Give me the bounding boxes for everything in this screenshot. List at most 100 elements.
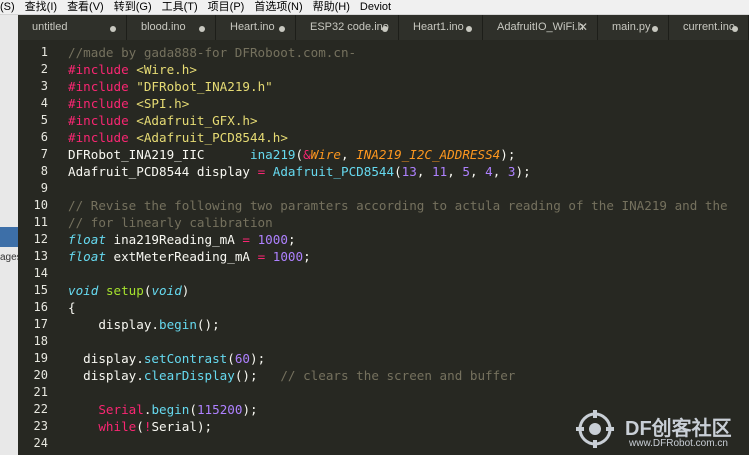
modified-dot-icon[interactable]: [199, 26, 205, 32]
modified-dot-icon[interactable]: [652, 26, 658, 32]
punct-token: );: [500, 147, 516, 162]
preprocessor-token: #include: [68, 113, 129, 128]
code-editor[interactable]: 1 2 3 4 5 6 7 8 9 10 11 12 13 14 15 16 1…: [18, 40, 749, 455]
line-number: 19: [33, 351, 48, 365]
modified-dot-icon[interactable]: [382, 26, 388, 32]
punct-token: );: [242, 402, 258, 417]
tab-label: Heart.ino: [230, 21, 275, 33]
type-keyword-token: void: [151, 283, 182, 298]
menu-item-selection[interactable]: (S): [0, 0, 20, 14]
tab-label: Heart1.ino: [413, 21, 464, 33]
menu-item-preferences[interactable]: 首选项(N): [249, 0, 307, 14]
operator-token: =: [242, 232, 250, 247]
function-token: Adafruit_PCD8544: [272, 164, 395, 179]
line-number: 13: [33, 249, 48, 263]
menu-item-view[interactable]: 查看(V): [62, 0, 109, 14]
tab-heart-ino[interactable]: Heart.ino: [216, 15, 296, 40]
line-number: 7: [40, 147, 48, 161]
punct-token: (: [394, 164, 402, 179]
tab-blood-ino[interactable]: blood.ino: [127, 15, 216, 40]
line-number-gutter: 1 2 3 4 5 6 7 8 9 10 11 12 13 14 15 16 1…: [18, 40, 58, 455]
menu-item-project[interactable]: 项目(P): [203, 0, 250, 14]
line-number: 14: [33, 266, 48, 280]
number-token: 115200: [196, 402, 243, 417]
tab-bar: untitled blood.ino Heart.ino ESP32 code.…: [18, 15, 749, 40]
function-token: clearDisplay: [143, 368, 235, 383]
code-line[interactable]: #include <Wire.h>: [68, 61, 197, 78]
watermark-title: DF创客社区: [625, 418, 732, 440]
menu-item-find[interactable]: 查找(I): [20, 0, 62, 14]
code-line[interactable]: {: [68, 299, 76, 316]
selected-list-item[interactable]: [0, 227, 18, 247]
modified-dot-icon[interactable]: [466, 26, 472, 32]
code-line[interactable]: while(!Serial);: [68, 418, 212, 435]
tab-label: ESP32 code.ino: [310, 21, 389, 33]
menu-bar: (S) 查找(I) 查看(V) 转到(G) 工具(T) 项目(P) 首选项(N)…: [0, 0, 749, 15]
menu-item-tools[interactable]: 工具(T): [157, 0, 203, 14]
menu-item-deviot[interactable]: Deviot: [355, 0, 396, 14]
tab-untitled[interactable]: untitled: [18, 15, 127, 40]
tab-heart1-ino[interactable]: Heart1.ino: [399, 15, 483, 40]
preprocessor-token: #include: [68, 62, 129, 77]
keyword-token: while: [98, 419, 137, 434]
code-line[interactable]: #include <SPI.h>: [68, 95, 189, 112]
punct-token: ,: [341, 147, 357, 162]
punct-token: (: [227, 351, 235, 366]
code-line[interactable]: #include <Adafruit_GFX.h>: [68, 112, 258, 129]
identifier-token: Serial: [98, 402, 144, 417]
line-number: 8: [40, 164, 48, 178]
operator-token: &: [303, 147, 311, 162]
punct-token: ();: [234, 368, 258, 383]
dfrobot-logo-icon: [576, 410, 614, 448]
modified-dot-icon[interactable]: [279, 26, 285, 32]
tab-esp32-code-ino[interactable]: ESP32 code.ino: [296, 15, 399, 40]
comment-token: //made by gada888-for DFRoboot.com.cn-: [68, 45, 357, 60]
menu-item-goto[interactable]: 转到(G): [109, 0, 157, 14]
line-number: 15: [33, 283, 48, 297]
line-number: 18: [33, 334, 48, 348]
code-line[interactable]: void setup(void): [68, 282, 189, 299]
code-line[interactable]: float extMeterReading_mA = 1000;: [68, 248, 311, 265]
close-icon[interactable]: ✕: [578, 15, 588, 40]
punct-token: ,: [416, 164, 433, 179]
code-line[interactable]: Serial.begin(115200);: [68, 401, 258, 418]
code-line[interactable]: #include "DFRobot_INA219.h": [68, 78, 273, 95]
line-number: 21: [33, 385, 48, 399]
code-line[interactable]: display.begin();: [68, 316, 219, 333]
number-token: 11: [432, 164, 448, 179]
background-window-edge: ages: [0, 15, 22, 455]
tab-adafruitio-wifi-h[interactable]: AdafruitIO_WiFi.h ✕: [483, 15, 598, 40]
code-line[interactable]: Adafruit_PCD8544 display = Adafruit_PCD8…: [68, 163, 531, 180]
number-token: 4: [485, 164, 493, 179]
punct-token: ): [181, 283, 190, 298]
identifier-token: display.: [68, 317, 159, 332]
code-line[interactable]: #include <Adafruit_PCD8544.h>: [68, 129, 288, 146]
comment-token: // clears the screen and buffer: [280, 368, 516, 383]
punct-token: ,: [469, 164, 486, 179]
type-keyword-token: float: [68, 249, 106, 264]
menu-item-help[interactable]: 帮助(H): [308, 0, 355, 14]
code-line[interactable]: DFRobot_INA219_IIC ina219(&Wire, INA219_…: [68, 146, 515, 163]
code-line[interactable]: // for linearly calibration: [68, 214, 273, 231]
code-line[interactable]: display.clearDisplay(); // clears the sc…: [68, 367, 515, 384]
tab-current-ino[interactable]: current.ino: [669, 15, 749, 40]
line-number: 12: [33, 232, 48, 246]
include-path-token: <Adafruit_GFX.h>: [136, 113, 258, 128]
code-line[interactable]: display.setContrast(60);: [68, 350, 265, 367]
tab-main-py[interactable]: main.py: [598, 15, 669, 40]
line-number: 20: [33, 368, 48, 382]
modified-dot-icon[interactable]: [110, 26, 116, 32]
code-line[interactable]: // Revise the following two paramters ac…: [68, 197, 728, 214]
identifier-token: extMeterReading_mA: [105, 249, 258, 264]
identifier-token: display.: [68, 368, 144, 383]
code-line[interactable]: float ina219Reading_mA = 1000;: [68, 231, 296, 248]
preprocessor-token: #include: [68, 79, 129, 94]
code-line[interactable]: //made by gada888-for DFRoboot.com.cn-: [68, 44, 356, 61]
modified-dot-icon[interactable]: [732, 26, 738, 32]
include-path-token: <Wire.h>: [136, 62, 197, 77]
preprocessor-token: #include: [68, 130, 129, 145]
